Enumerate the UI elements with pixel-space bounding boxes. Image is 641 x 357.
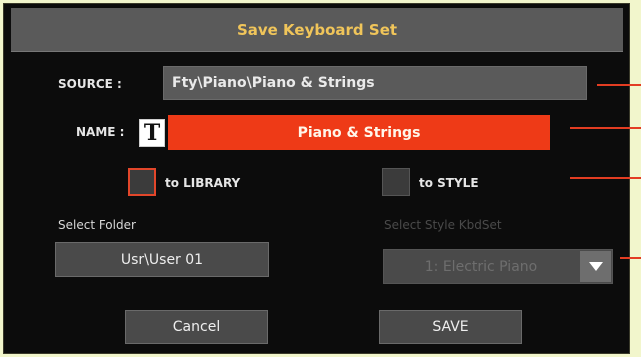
to-style-label: to STYLE [419, 176, 479, 190]
source-field: Fty\Piano\Piano & Strings [163, 66, 587, 100]
style-kbdset-dropdown: 1: Electric Piano [383, 249, 613, 284]
name-field[interactable]: Piano & Strings [168, 115, 550, 150]
callout-line-name [570, 127, 641, 129]
text-edit-icon[interactable]: T [139, 119, 165, 147]
callout-line-destination [570, 177, 641, 179]
name-value: Piano & Strings [297, 124, 421, 141]
save-button[interactable]: SAVE [379, 310, 522, 344]
to-library-checkbox[interactable] [128, 168, 156, 196]
callout-line-source [597, 84, 641, 86]
save-keyboard-set-dialog: Save Keyboard Set SOURCE : Fty\Piano\Pia… [3, 3, 630, 354]
to-style-checkbox[interactable] [382, 168, 410, 196]
style-kbdset-value: 1: Electric Piano [424, 258, 538, 275]
name-label: NAME : [76, 125, 125, 139]
select-style-kbdset-label: Select Style KbdSet [384, 218, 502, 232]
cancel-button[interactable]: Cancel [125, 310, 268, 344]
folder-selector[interactable]: Usr\User 01 [55, 242, 269, 277]
to-library-label: to LIBRARY [165, 176, 241, 190]
select-folder-label: Select Folder [58, 218, 136, 232]
source-label: SOURCE : [58, 77, 122, 91]
dialog-title: Save Keyboard Set [11, 8, 623, 52]
callout-line-style-kbdset [620, 257, 641, 259]
chevron-down-icon [580, 251, 611, 282]
source-value: Fty\Piano\Piano & Strings [172, 75, 375, 91]
